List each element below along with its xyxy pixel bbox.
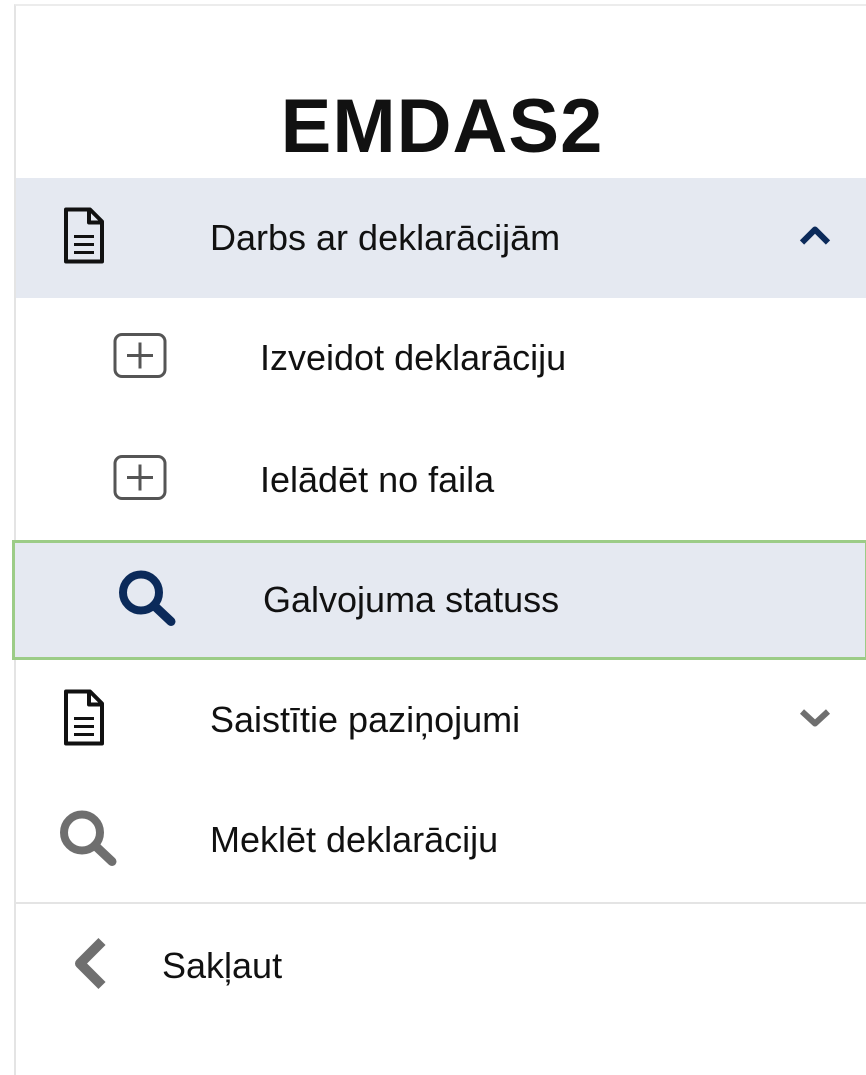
chevron-left-icon: [70, 936, 110, 997]
menu-group-declarations[interactable]: Darbs ar deklarācijām: [16, 178, 866, 298]
menu-group-linked-notices[interactable]: Saistītie paziņojumi: [16, 660, 866, 780]
menu-item-create-declaration[interactable]: Izveidot deklarāciju: [16, 298, 866, 418]
menu-label-create-declaration: Izveidot deklarāciju: [260, 337, 567, 378]
menu-label-guarantee-status: Galvojuma statuss: [263, 579, 560, 620]
collapse-sidebar-button[interactable]: Sakļaut: [16, 906, 866, 1026]
menu-label-upload-file: Ielādēt no faila: [260, 459, 495, 500]
chevron-down-icon[interactable]: [798, 707, 832, 734]
menu-label-declarations: Darbs ar deklarācijām: [210, 217, 561, 258]
menu-item-search-declaration[interactable]: Meklēt deklarāciju: [16, 780, 866, 900]
plus-box-icon: [112, 454, 168, 507]
document-icon: [62, 689, 106, 752]
menu-item-guarantee-status[interactable]: Galvojuma statuss: [12, 540, 866, 660]
plus-box-icon: [112, 332, 168, 385]
search-icon: [115, 568, 179, 633]
menu-label-collapse: Sakļaut: [162, 945, 283, 986]
chevron-up-icon[interactable]: [798, 225, 832, 252]
divider: [16, 902, 866, 904]
document-icon: [62, 207, 106, 270]
sidebar-panel: EMDAS2 Darbs ar deklarācijām Izveidot de…: [12, 4, 866, 1075]
app-title: EMDAS2: [280, 84, 604, 169]
menu-label-linked-notices: Saistītie paziņojumi: [210, 699, 521, 740]
menu-label-search-declaration: Meklēt deklarāciju: [210, 819, 499, 860]
search-icon: [56, 808, 120, 873]
menu-item-upload-file[interactable]: Ielādēt no faila: [16, 420, 866, 540]
